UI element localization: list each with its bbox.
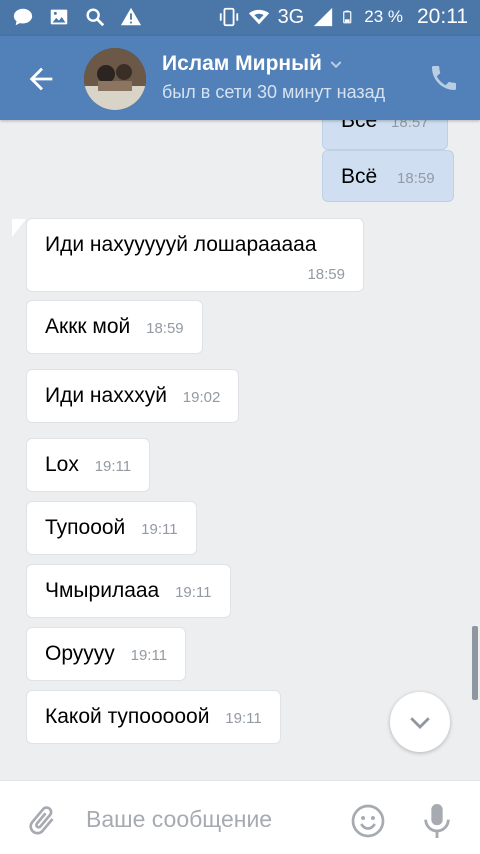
paperclip-icon[interactable]	[24, 803, 60, 839]
message-incoming[interactable]: Чмырилааа 19:11	[26, 564, 231, 618]
smiley-icon[interactable]	[350, 803, 386, 839]
battery-icon	[343, 10, 352, 24]
contact-name[interactable]: Ислам Мирный	[162, 52, 344, 76]
message-text: Всё	[341, 165, 378, 188]
phone-icon[interactable]	[428, 62, 460, 94]
message-incoming[interactable]: Аккк мой 18:59	[26, 300, 203, 354]
signal-icon	[314, 7, 333, 27]
chat-icon	[13, 8, 33, 26]
message-incoming[interactable]: Оруууу 19:11	[26, 627, 187, 681]
message-time: 19:11	[225, 710, 262, 727]
message-time: 18:59	[397, 170, 435, 187]
message-time: 19:11	[175, 584, 212, 601]
image-icon	[50, 9, 68, 25]
chevron-down-icon	[410, 717, 430, 729]
message-incoming[interactable]: Какой тупооооой 19:11	[26, 690, 281, 744]
message-time: 19:02	[182, 389, 221, 406]
message-text: Какой тупооооой	[45, 705, 210, 728]
message-time: 18:59	[146, 320, 184, 337]
message-time: 19:11	[94, 458, 132, 475]
message-input[interactable]	[86, 799, 336, 839]
message-incoming[interactable]: Lox 19:11	[26, 438, 151, 492]
back-arrow-icon[interactable]	[24, 62, 58, 96]
message-time: 19:11	[141, 521, 178, 538]
message-outgoing[interactable]: Всё 18:59	[322, 150, 454, 202]
clock: 20:11	[417, 5, 468, 28]
chevron-down-icon	[330, 61, 342, 69]
bubble-tail	[12, 219, 26, 237]
message-incoming[interactable]: Иди нахуууууй лошарааааа 18:59	[26, 218, 364, 292]
message-outgoing[interactable]: Всё 18:57	[322, 120, 448, 150]
message-incoming[interactable]: Тупооой 19:11	[26, 501, 197, 555]
message-text: Lox	[45, 453, 79, 476]
avatar-photo	[84, 48, 146, 110]
scrollbar[interactable]	[472, 626, 478, 700]
warning-icon	[120, 7, 142, 26]
avatar[interactable]	[84, 48, 146, 110]
vibrate-icon	[219, 7, 238, 27]
message-text: Иди нахххуй	[45, 384, 167, 407]
status-bar: 3G 23 % 20:11	[0, 0, 480, 36]
message-time: 18:59	[307, 266, 345, 283]
message-text: Аккк мой	[45, 315, 131, 338]
microphone-icon[interactable]	[420, 801, 454, 841]
message-text: Иди нахуууууй лошарааааа	[45, 233, 317, 256]
message-text: Тупооой	[45, 516, 126, 539]
message-composer	[0, 780, 480, 854]
last-seen-status: был в сети 30 минут назад	[162, 82, 386, 102]
network-type: 3G	[277, 5, 305, 28]
battery-percentage: 23 %	[364, 7, 403, 26]
message-list[interactable]: Всё 18:57 Всё 18:59 Иди нахуууууй лошара…	[0, 120, 480, 780]
chat-header: Ислам Мирный был в сети 30 минут назад	[0, 36, 480, 120]
message-incoming[interactable]: Иди нахххуй 19:02	[26, 369, 240, 423]
message-text: Чмырилааа	[45, 579, 160, 602]
contact-name-label: Ислам Мирный	[162, 52, 322, 75]
message-time: 19:11	[130, 647, 168, 664]
message-time: 18:57	[391, 120, 429, 131]
scroll-to-bottom-button[interactable]	[390, 692, 450, 752]
message-text: Оруууу	[45, 642, 115, 665]
wifi-icon	[248, 9, 269, 25]
search-icon	[86, 8, 105, 27]
message-text: Всё	[341, 120, 378, 132]
